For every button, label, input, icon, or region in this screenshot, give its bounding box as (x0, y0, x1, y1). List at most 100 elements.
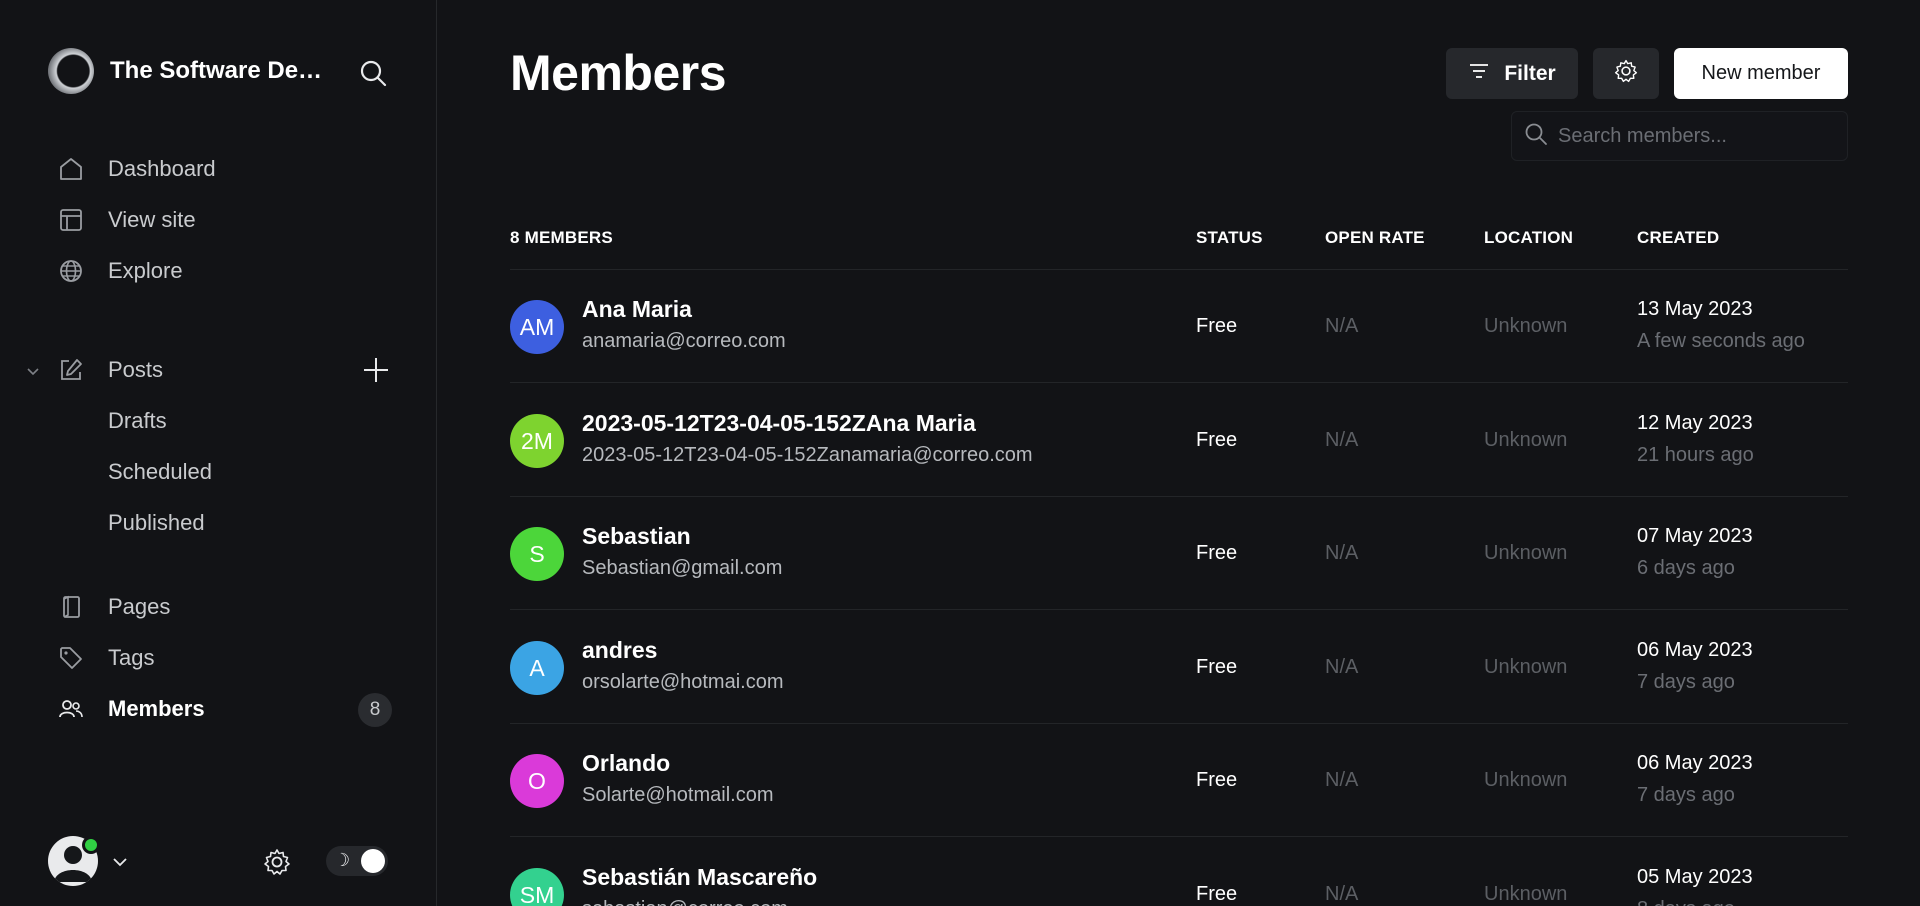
member-email: anamaria@correo.com (582, 330, 786, 352)
sidebar-item-label: Pages (108, 594, 171, 619)
table-header: 8 MEMBERS STATUS OPEN RATE LOCATION CREA… (510, 228, 1848, 270)
table-row[interactable]: AM Ana Maria anamaria@correo.com Free N/A Unk… (510, 270, 1848, 383)
member-name: Orlando (582, 750, 671, 776)
sidebar-item-drafts[interactable]: Drafts (108, 404, 167, 438)
member-open-rate: N/A (1325, 542, 1359, 564)
column-header-status[interactable]: STATUS (1196, 228, 1263, 248)
sidebar: The Software Design Studio Dashboard Vie… (0, 0, 437, 906)
member-open-rate: N/A (1325, 315, 1359, 337)
settings-button[interactable] (1593, 48, 1659, 99)
sidebar-item-members[interactable]: Members (56, 692, 205, 726)
member-email: sebastian@correo.com (582, 898, 788, 906)
add-post-icon[interactable] (360, 354, 392, 386)
member-location: Unknown (1484, 429, 1568, 451)
member-email: Sebastian@gmail.com (582, 557, 783, 579)
moon-icon: ☽ (334, 850, 351, 871)
sidebar-item-label: Posts (108, 357, 164, 382)
column-header-location[interactable]: LOCATION (1484, 228, 1573, 248)
member-status: Free (1196, 883, 1238, 905)
member-name: Ana Maria (582, 296, 692, 322)
member-email: orsolarte@hotmai.com (582, 671, 784, 693)
sidebar-item-label: Members (108, 696, 205, 721)
sidebar-item-label: Dashboard (108, 156, 216, 181)
sidebar-item-published[interactable]: Published (108, 506, 205, 540)
search-icon (1524, 122, 1548, 151)
site-title: The Software Design Studio (110, 57, 330, 84)
sidebar-item-scheduled[interactable]: Scheduled (108, 455, 212, 489)
table-row[interactable]: 2M 2023-05-12T23-04-05-152ZAna Maria 2023-… (510, 384, 1848, 497)
members-count-badge: 8 (358, 693, 392, 727)
table-row[interactable]: S Sebastian Sebastian@gmail.com Free N/A Unkn… (510, 497, 1848, 610)
sidebar-item-label: Explore (108, 258, 183, 283)
member-location: Unknown (1484, 769, 1568, 791)
table-row[interactable]: O Orlando Solarte@hotmail.com Free N/A Unknow… (510, 724, 1848, 837)
member-created-date: 06 May 2023 (1637, 639, 1753, 661)
table-row[interactable]: Aandres orsolarte@hotmai.com Free N/A Unknow… (510, 611, 1848, 724)
gear-icon[interactable] (260, 845, 294, 879)
member-created-date: 07 May 2023 (1637, 525, 1753, 547)
member-name: andres (582, 637, 658, 663)
sidebar-item-dashboard[interactable]: Dashboard (56, 152, 216, 186)
member-status: Free (1196, 315, 1238, 337)
chevron-down-icon[interactable] (22, 360, 44, 382)
member-name: Sebastian (582, 523, 691, 549)
member-created-ago: 8 days ago (1637, 898, 1735, 906)
sidebar-item-view-site[interactable]: View site (56, 203, 196, 237)
member-open-rate: N/A (1325, 656, 1359, 678)
sidebar-item-tags[interactable]: Tags (56, 641, 154, 675)
theme-toggle[interactable]: ☽ (326, 846, 388, 876)
member-location: Unknown (1484, 315, 1568, 337)
column-header-members[interactable]: 8 MEMBERS (510, 228, 613, 248)
member-avatar: 2M (510, 414, 564, 468)
member-avatar: O (510, 754, 564, 808)
member-location: Unknown (1484, 542, 1568, 564)
sidebar-item-label: View site (108, 207, 196, 232)
member-email: Solarte@hotmail.com (582, 784, 774, 806)
chevron-down-icon[interactable] (108, 850, 132, 874)
member-created-ago: 7 days ago (1637, 671, 1735, 693)
filter-button[interactable]: Filter (1446, 48, 1578, 99)
table-row[interactable]: SM Sebastián Mascareño sebastian@correo.co… (510, 838, 1848, 906)
member-open-rate: N/A (1325, 769, 1359, 791)
sidebar-item-pages[interactable]: Pages (56, 590, 170, 624)
member-status: Free (1196, 769, 1238, 791)
page-icon (56, 592, 86, 622)
layout-icon (56, 205, 86, 235)
filter-icon (1468, 60, 1490, 88)
member-created-date: 05 May 2023 (1637, 866, 1753, 888)
sidebar-item-posts[interactable]: Posts (56, 353, 163, 387)
member-created-date: 12 May 2023 (1637, 412, 1753, 434)
member-created-ago: A few seconds ago (1637, 330, 1805, 352)
member-status: Free (1196, 429, 1238, 451)
main-content: Members Filter New member 8 MEMBERS STAT… (438, 0, 1920, 906)
search-members (1511, 111, 1848, 161)
column-header-open-rate[interactable]: OPEN RATE (1325, 228, 1425, 248)
member-avatar: S (510, 527, 564, 581)
search-input[interactable] (1558, 124, 1838, 148)
member-status: Free (1196, 656, 1238, 678)
column-header-created[interactable]: CREATED (1637, 228, 1719, 248)
member-email: 2023-05-12T23-04-05-152Zanamaria@correo.… (582, 444, 1033, 466)
sidebar-item-explore[interactable]: Explore (56, 254, 183, 288)
sidebar-item-label: Tags (108, 645, 155, 670)
edit-icon (56, 355, 86, 385)
member-status: Free (1196, 542, 1238, 564)
member-location: Unknown (1484, 656, 1568, 678)
tag-icon (56, 643, 86, 673)
home-icon (56, 154, 86, 184)
search-icon[interactable] (358, 58, 388, 88)
brand[interactable]: The Software Design Studio (48, 48, 330, 94)
globe-icon (56, 256, 86, 286)
member-name: 2023-05-12T23-04-05-152ZAna Maria (582, 410, 976, 436)
toggle-knob (361, 849, 385, 873)
page-title: Members (510, 45, 727, 101)
member-avatar: AM (510, 300, 564, 354)
site-logo-icon (48, 48, 94, 94)
member-created-date: 06 May 2023 (1637, 752, 1753, 774)
member-created-ago: 7 days ago (1637, 784, 1735, 806)
gear-icon (1613, 58, 1639, 89)
filter-label: Filter (1504, 61, 1556, 85)
new-member-button[interactable]: New member (1674, 48, 1848, 99)
member-open-rate: N/A (1325, 429, 1359, 451)
member-name: Sebastián Mascareño (582, 864, 818, 890)
